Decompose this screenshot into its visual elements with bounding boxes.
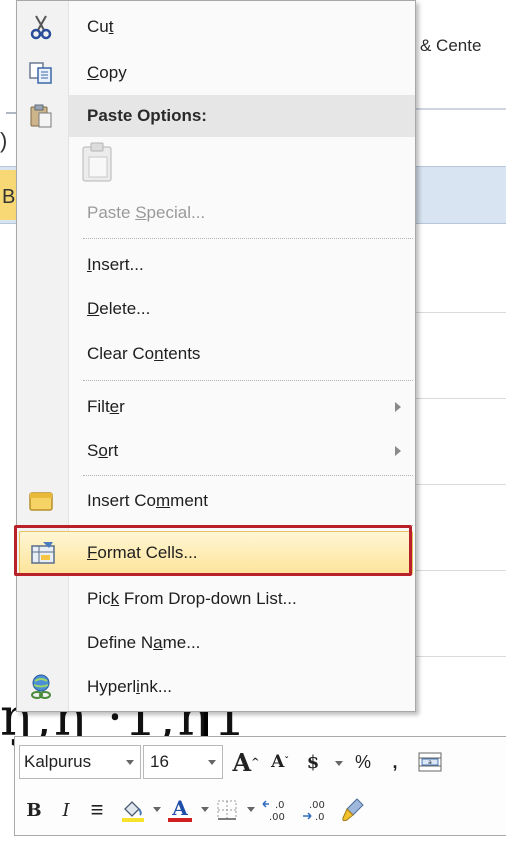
- svg-text:.0: .0: [315, 812, 325, 823]
- scissors-icon: [27, 13, 55, 41]
- menu-item-filter[interactable]: Filter: [17, 385, 415, 429]
- fill-color-button[interactable]: [117, 793, 149, 827]
- font-color-dropdown-icon[interactable]: [201, 807, 209, 812]
- copy-icon: [27, 59, 55, 87]
- italic-button[interactable]: I: [53, 793, 79, 827]
- paste-default-icon: [82, 142, 112, 182]
- menu-item-label: Insert Comment: [87, 491, 208, 510]
- menu-item-insert[interactable]: Insert...: [17, 243, 415, 287]
- menu-item-label: Define Name...: [87, 633, 201, 652]
- ribbon-divider: [6, 112, 16, 114]
- submenu-arrow-icon: [395, 402, 401, 412]
- font-size-dropdown[interactable]: 16: [143, 745, 223, 779]
- menu-item-label: Insert...: [87, 255, 144, 274]
- borders-dropdown-icon[interactable]: [247, 807, 255, 812]
- mini-toolbar-row-1: Kalpurus 16 A ^ Aˇ $ % , a: [15, 737, 506, 783]
- percent-button[interactable]: %: [349, 745, 377, 779]
- menu-item-cut[interactable]: Cut: [17, 5, 415, 49]
- menu-item-clear-contents[interactable]: Clear Contents: [17, 332, 415, 376]
- comma-style-button[interactable]: ,: [385, 745, 405, 779]
- menu-item-label: Cut: [87, 17, 114, 36]
- hyperlink-icon: [27, 673, 55, 701]
- borders-icon: [217, 800, 237, 820]
- chevron-down-icon: [208, 760, 216, 765]
- menu-item-label: Hyperlink...: [87, 677, 173, 696]
- decrease-decimal-icon: .00 .0: [303, 800, 325, 823]
- menu-item-delete[interactable]: Delete...: [17, 287, 415, 331]
- menu-item-hyperlink[interactable]: Hyperlink...: [17, 665, 415, 709]
- increase-decimal-button[interactable]: .0 .00: [259, 793, 293, 827]
- svg-text:a: a: [428, 759, 432, 766]
- column-partial-header: B: [2, 186, 16, 208]
- menu-item-label: Pick From Drop-down List...: [87, 589, 297, 608]
- decrease-decimal-button[interactable]: .00 .0: [297, 793, 331, 827]
- clipboard-icon: [27, 102, 55, 130]
- grid-line: [414, 398, 506, 399]
- menu-item-label: Filter: [87, 397, 125, 416]
- menu-item-label: Copy: [87, 63, 127, 82]
- menu-item-label: Paste Special...: [87, 203, 206, 222]
- context-menu: Cut Copy Paste Options: Paste Special...…: [16, 0, 416, 712]
- currency-dropdown-icon[interactable]: [335, 761, 343, 766]
- merge-center-partial-label[interactable]: & Cente: [420, 36, 481, 56]
- grid-line: [414, 312, 506, 313]
- menu-item-sort[interactable]: Sort: [17, 429, 415, 473]
- ribbon-divider: [414, 108, 506, 110]
- menu-separator: [83, 238, 413, 239]
- svg-text:.0: .0: [275, 800, 285, 811]
- grid-line: [414, 570, 506, 571]
- menu-item-copy[interactable]: Copy: [17, 51, 415, 95]
- borders-button[interactable]: [213, 793, 241, 827]
- font-color-bar: [168, 818, 192, 822]
- currency-button[interactable]: $: [301, 745, 325, 779]
- menu-item-label: Delete...: [87, 299, 151, 318]
- menu-item-label: Sort: [87, 441, 119, 460]
- center-align-button[interactable]: ≡: [83, 793, 111, 827]
- increase-decimal-icon: .0 .00: [262, 800, 285, 823]
- format-painter-icon: [342, 798, 364, 822]
- grow-font-button[interactable]: A ^: [229, 745, 263, 779]
- font-name-dropdown[interactable]: Kalpurus: [19, 745, 141, 779]
- chevron-down-icon: [126, 760, 134, 765]
- shrink-font-button[interactable]: Aˇ: [265, 745, 295, 779]
- paste-default-button[interactable]: [79, 141, 119, 185]
- svg-text:.00: .00: [309, 800, 325, 811]
- merge-center-icon: a: [418, 752, 442, 772]
- grid-line: [414, 656, 506, 657]
- menu-separator: [83, 380, 413, 381]
- cell-partial-text: ): [0, 128, 8, 153]
- paint-bucket-icon: [122, 801, 144, 822]
- menu-item-pick-from-dropdown[interactable]: Pick From Drop-down List...: [17, 577, 415, 621]
- menu-separator: [83, 475, 413, 476]
- bold-button[interactable]: B: [21, 793, 47, 827]
- fill-color-dropdown-icon[interactable]: [153, 807, 161, 812]
- mini-toolbar: Kalpurus 16 A ^ Aˇ $ % , a B I ≡ A .0 .0…: [14, 736, 506, 836]
- menu-item-paste-special: Paste Special...: [17, 191, 415, 235]
- submenu-arrow-icon: [395, 446, 401, 456]
- format-painter-button[interactable]: [337, 793, 369, 827]
- paste-options-header: Paste Options:: [69, 95, 415, 137]
- menu-item-define-name[interactable]: Define Name...: [17, 621, 415, 665]
- font-color-button[interactable]: A: [165, 793, 195, 827]
- menu-item-insert-comment[interactable]: Insert Comment: [17, 479, 415, 523]
- comment-icon: [27, 487, 55, 515]
- grid-line: [414, 484, 506, 485]
- merge-center-button[interactable]: a: [415, 745, 445, 779]
- format-cells-callout-outline: [14, 525, 412, 576]
- menu-item-label: Clear Contents: [87, 344, 201, 363]
- svg-text:.00: .00: [269, 812, 285, 823]
- mini-toolbar-row-2: B I ≡ A .0 .00 .00 .0: [15, 785, 506, 831]
